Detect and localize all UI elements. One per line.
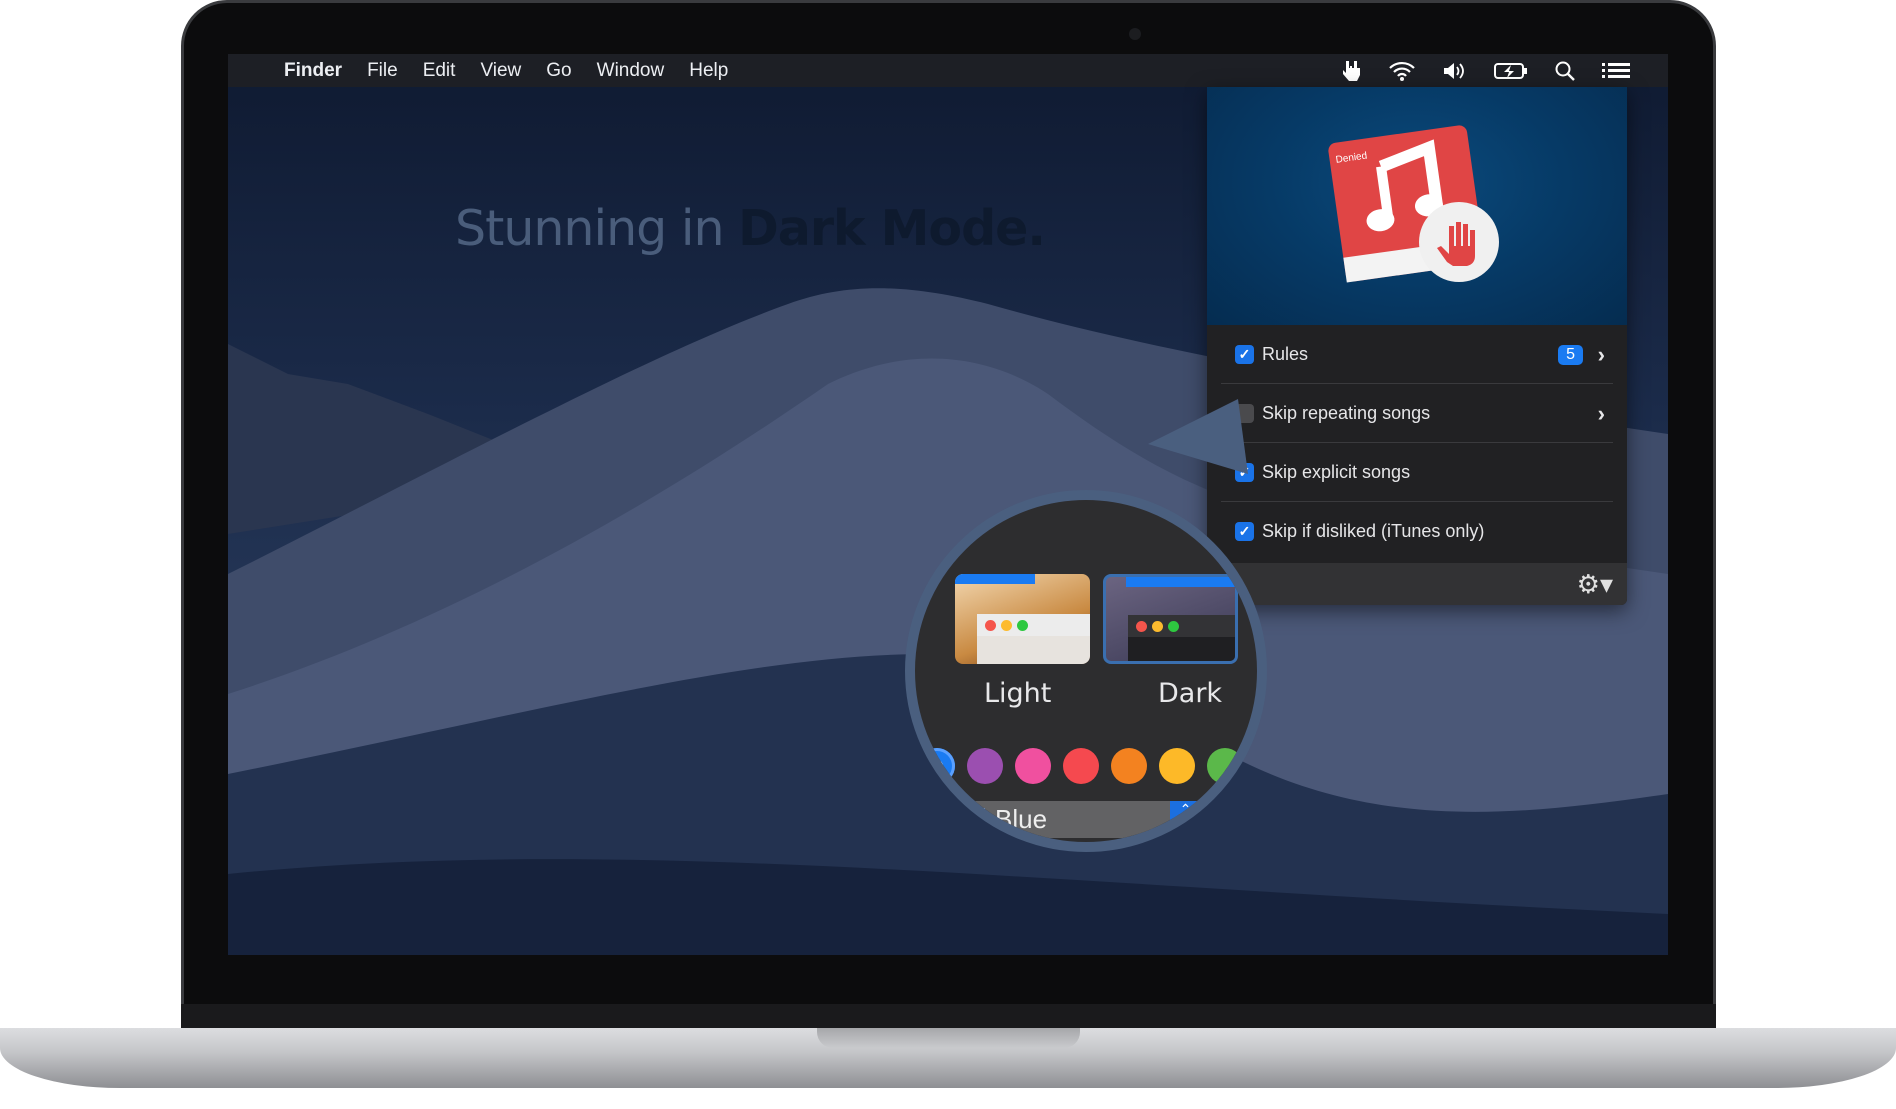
laptop-notch: [817, 1028, 1080, 1048]
dark-appearance-thumbnail[interactable]: [1103, 574, 1238, 664]
light-appearance-thumbnail[interactable]: [955, 574, 1090, 664]
accent-color-5[interactable]: [1159, 748, 1195, 784]
screen: Finder File Edit View Go Window Help Stu…: [228, 54, 1668, 955]
dark-label: Dark: [1158, 678, 1223, 709]
color-swatch: [937, 807, 985, 832]
highlight-color-value: Blue: [995, 804, 1048, 834]
accent-color-0[interactable]: [919, 748, 955, 784]
highlight-color-popup[interactable]: Blue ⌃ ⌄: [915, 801, 1201, 838]
magnifier-circle: Light Dark Blue ⌃⌄ um: [905, 490, 1267, 852]
accent-color-4[interactable]: [1111, 748, 1147, 784]
light-label: Light: [984, 678, 1052, 709]
accent-color-6[interactable]: [1207, 748, 1243, 784]
selected-indicator: [931, 760, 943, 772]
camera: [1129, 28, 1141, 40]
accent-color-2[interactable]: [1015, 748, 1051, 784]
accent-color-3[interactable]: [1063, 748, 1099, 784]
popup-stepper-icon[interactable]: ⌃ ⌄: [1170, 801, 1201, 838]
accent-color-1[interactable]: [967, 748, 1003, 784]
